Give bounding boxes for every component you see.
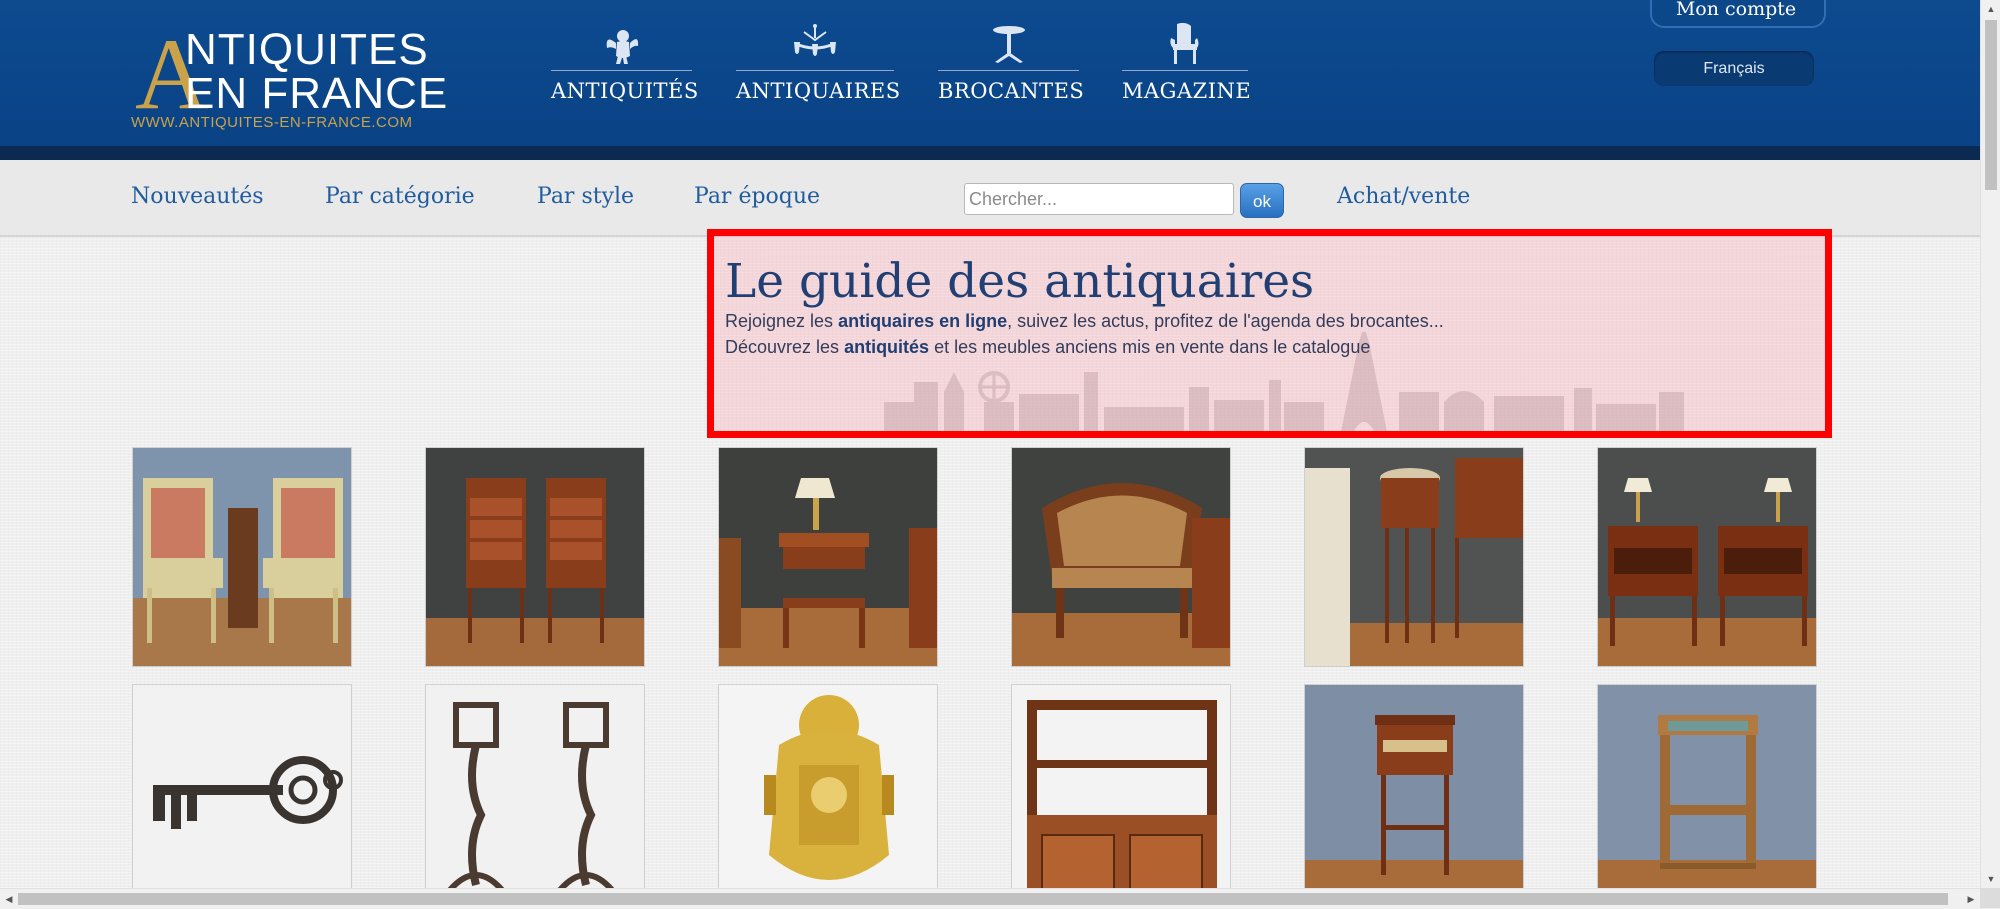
subnav-achat-vente[interactable]: Achat/vente (1337, 184, 1470, 209)
hero-link-antiquaires[interactable]: antiquaires en ligne (838, 311, 1007, 331)
scroll-left-arrow-icon[interactable]: ◀ (0, 889, 18, 909)
product-thumbnail[interactable] (718, 684, 938, 888)
product-thumbnail[interactable] (1011, 447, 1231, 667)
product-image-andirons (426, 685, 644, 888)
site-logo[interactable]: A NTIQUITES EN FRANCE WWW.ANTIQUITES-EN-… (131, 22, 451, 132)
product-thumbnail[interactable] (718, 447, 938, 667)
header-band (0, 146, 1980, 160)
armchair-icon (1170, 22, 1199, 64)
product-image-night-stands (1598, 448, 1816, 666)
scroll-right-arrow-icon[interactable]: ▶ (1962, 889, 1980, 909)
search-submit-button[interactable]: ok (1240, 183, 1284, 218)
subnav-par-epoque[interactable]: Par époque (694, 184, 820, 209)
product-image-bedside-tables (426, 448, 644, 666)
horizontal-scrollbar[interactable]: ◀ ▶ (0, 888, 1980, 909)
page-viewport: A NTIQUITES EN FRANCE WWW.ANTIQUITES-EN-… (0, 0, 1980, 888)
product-thumbnail[interactable] (425, 447, 645, 667)
product-thumbnail[interactable] (1011, 684, 1231, 888)
product-thumbnail[interactable] (1597, 684, 1817, 888)
hero-link-antiquites[interactable]: antiquités (844, 337, 929, 357)
main-nav-brocantes[interactable]: BROCANTES (938, 22, 1084, 112)
product-thumbnail[interactable] (132, 447, 352, 667)
scroll-down-arrow-icon[interactable]: ▼ (1981, 870, 2000, 888)
main-nav-label: BROCANTES (938, 79, 1085, 103)
logo-line-2: EN FRANCE (185, 69, 449, 118)
hero-title: Le guide des antiquaires (725, 254, 1315, 309)
product-image-side-table-lamp (719, 448, 937, 666)
product-image-writing-table (1305, 685, 1523, 888)
product-thumbnail[interactable] (1304, 447, 1524, 667)
product-image-iron-key (133, 685, 351, 888)
hero-line-2: Découvrez les antiquités et les meubles … (725, 337, 1371, 357)
product-image-gueridon (1305, 448, 1523, 666)
main-nav-label: MAGAZINE (1122, 79, 1252, 103)
main-nav-label: ANTIQUITÉS (551, 79, 699, 103)
search-input[interactable] (964, 183, 1234, 215)
main-nav-antiquaires[interactable]: ANTIQUAIRES (736, 22, 900, 112)
horizontal-scrollbar-thumb[interactable] (18, 893, 1948, 905)
account-label: Mon compte (1675, 0, 1797, 20)
product-image-armchairs (133, 448, 351, 666)
main-nav-antiquites[interactable]: ANTIQUITÉS (551, 22, 698, 112)
subnav-par-categorie[interactable]: Par catégorie (325, 184, 475, 209)
subnav-par-style[interactable]: Par style (537, 184, 634, 209)
pedestal-table-icon (992, 26, 1025, 63)
language-selector[interactable]: Français (1654, 51, 1814, 86)
main-nav-label: ANTIQUAIRES (736, 79, 901, 103)
product-image-art-deco-table (1598, 685, 1816, 888)
account-menu[interactable]: Mon compte (1650, 0, 1826, 28)
product-thumbnail[interactable] (132, 684, 352, 888)
subnav-nouveautes[interactable]: Nouveautés (131, 184, 264, 209)
chandelier-icon (794, 24, 836, 56)
scroll-up-arrow-icon[interactable]: ▲ (1981, 0, 2000, 18)
vertical-scrollbar-thumb[interactable] (1985, 20, 1997, 190)
main-nav-magazine[interactable]: MAGAZINE (1122, 22, 1252, 112)
cherub-icon (606, 30, 638, 64)
scrollbar-corner (1980, 888, 2000, 908)
product-thumbnail[interactable] (1597, 447, 1817, 667)
logo-url: WWW.ANTIQUITES-EN-FRANCE.COM (131, 114, 413, 131)
product-thumbnail[interactable] (1304, 684, 1524, 888)
hero-banner: Le guide des antiquaires Rejoignez les a… (707, 229, 1832, 438)
product-thumbnail[interactable] (425, 684, 645, 888)
vertical-scrollbar[interactable]: ▲ ▼ (1980, 0, 2000, 888)
site-header: A NTIQUITES EN FRANCE WWW.ANTIQUITES-EN-… (0, 0, 1980, 146)
product-image-shelf-cabinet (1012, 685, 1230, 888)
product-image-gilt-bronze-clock (719, 685, 937, 888)
logo-line-1: NTIQUITES (185, 25, 429, 74)
product-image-cane-armchair (1012, 448, 1230, 666)
hero-line-1: Rejoignez les antiquaires en ligne, suiv… (725, 311, 1444, 331)
